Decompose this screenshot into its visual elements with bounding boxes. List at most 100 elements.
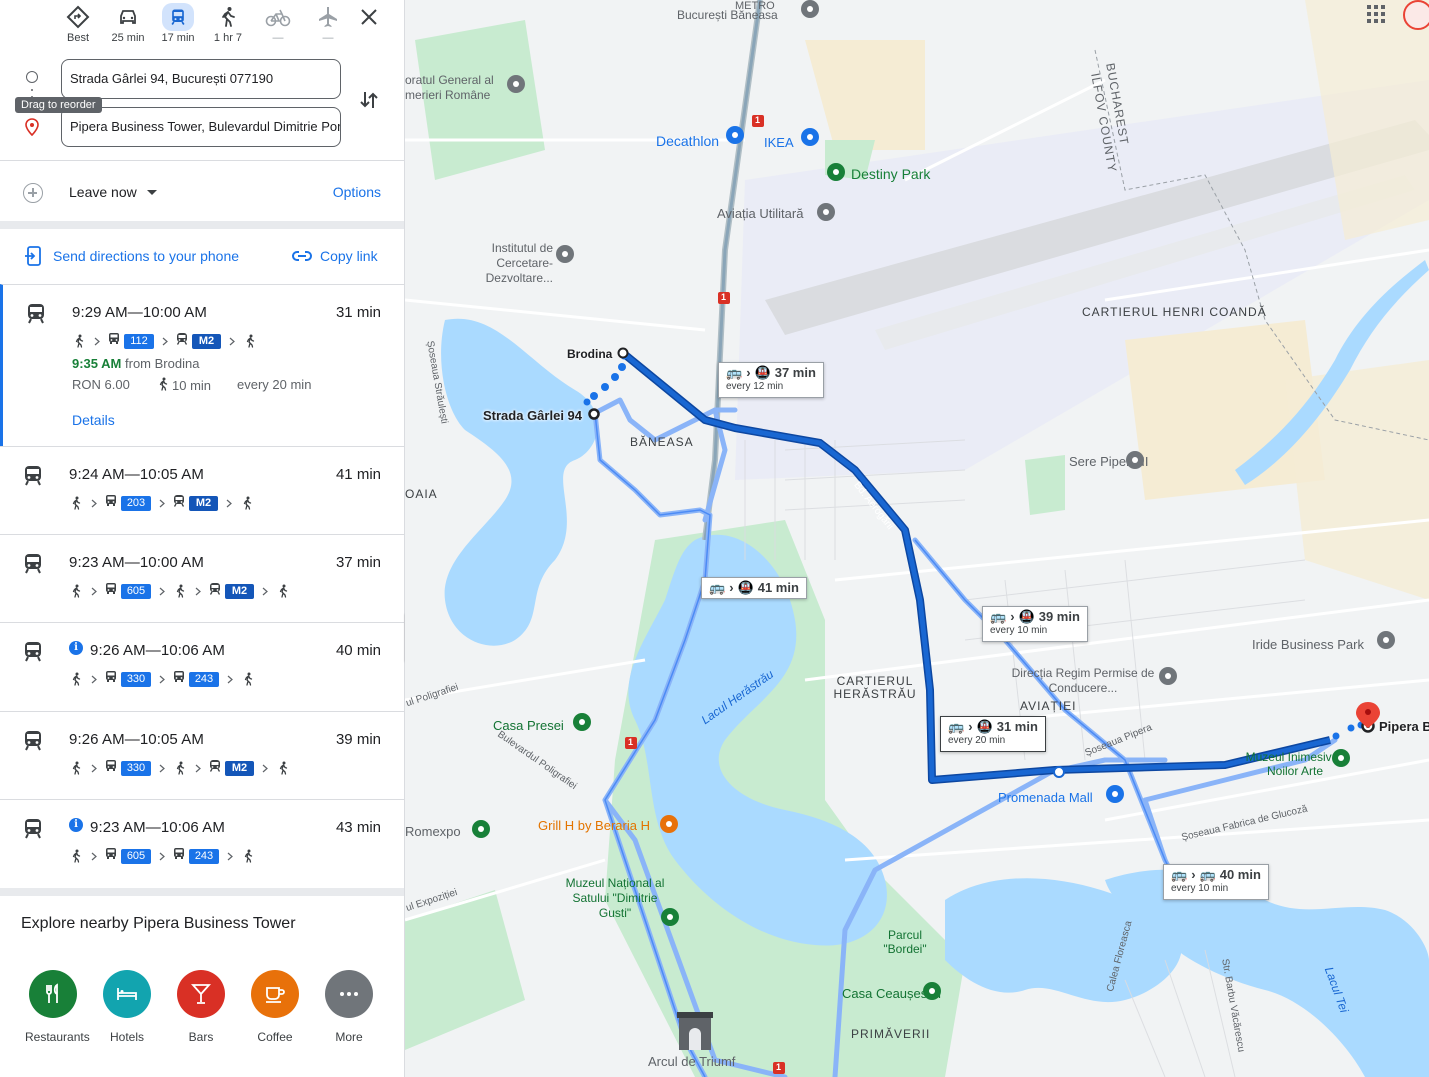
caret-down-icon[interactable] — [147, 190, 157, 195]
map-label-baneasa-station[interactable]: București Băneasa — [677, 8, 778, 22]
map-label-institut[interactable]: Institutul de Cercetare-Dezvoltare... — [473, 241, 553, 286]
building-pin-icon[interactable] — [1159, 667, 1177, 685]
route-time-range: 9:29 AM—10:00 AM — [72, 304, 208, 321]
route-option-3[interactable]: 9:23 AM—10:00 AM 37 min 605 M2 — [0, 534, 404, 622]
origin-input[interactable]: Strada Gârlei 94, București 077190 — [61, 59, 341, 99]
origin-circle-icon — [26, 71, 38, 83]
walk-icon — [173, 760, 187, 776]
museum-pin-icon[interactable] — [1332, 749, 1350, 767]
add-destination-icon[interactable] — [23, 183, 43, 203]
map-label-inspectorat[interactable]: oratul General al merieri Române — [405, 73, 500, 103]
category-label: Restaurants — [25, 1030, 90, 1044]
map-label-muzeul-arte[interactable]: Muzeul Inimesiv al Noilor Arte — [1245, 750, 1345, 778]
route-option-4[interactable]: i 9:26 AM—10:06 AM 40 min 330 243 — [0, 622, 404, 711]
options-link[interactable]: Options — [333, 184, 381, 200]
shopping-pin-icon[interactable] — [801, 128, 819, 146]
map-label-muzeul-satului[interactable]: Muzeul Național al Satului "Dimitrie Gus… — [555, 876, 675, 921]
map-label-ikea[interactable]: IKEA — [764, 135, 794, 150]
place-pin-icon[interactable] — [1126, 451, 1144, 469]
mode-best[interactable]: Best — [53, 2, 103, 44]
mode-walking[interactable]: 1 hr 7 — [203, 2, 253, 44]
map-label-grill[interactable]: Grill H by Beraria H — [538, 818, 650, 833]
camera-pin-icon[interactable] — [573, 713, 591, 731]
restaurant-pin-icon[interactable] — [660, 815, 678, 833]
section-separator — [0, 221, 404, 229]
explore-hotels-button[interactable]: Hotels — [99, 970, 155, 1044]
details-link[interactable]: Details — [72, 412, 115, 428]
route-callout-37[interactable]: 🚌 › 🚇 37 min every 12 min — [718, 362, 824, 398]
explore-restaurants-button[interactable]: Restaurants — [25, 970, 90, 1044]
route-steps: 203 M2 — [69, 494, 254, 512]
close-directions-button[interactable] — [356, 4, 382, 30]
bus-step: 112 — [108, 332, 154, 350]
bus-icon — [105, 670, 117, 688]
map-label-directia[interactable]: Direcția Regim Permise de Conducere... — [1003, 666, 1163, 696]
explore-more-button[interactable]: More — [321, 970, 377, 1044]
destination-input[interactable]: Pipera Business Tower, Bulevardul Dimitr… — [61, 107, 341, 147]
shopping-pin-icon[interactable] — [1106, 785, 1124, 803]
copy-link-button[interactable]: Copy link — [320, 248, 378, 264]
building-pin-icon[interactable] — [472, 820, 490, 838]
map-label-iride[interactable]: Iride Business Park — [1252, 637, 1364, 652]
route-callout-41[interactable]: 🚌 › 🚇 41 min — [701, 577, 807, 599]
map-label-arcul[interactable]: Arcul de Triumf — [648, 1054, 735, 1069]
info-icon[interactable]: i — [69, 818, 83, 832]
map-label-origin[interactable]: Strada Gârlei 94 — [483, 408, 582, 423]
mode-transit[interactable]: 17 min — [153, 2, 203, 44]
chevron-right-icon — [86, 337, 108, 346]
send-to-phone-icon[interactable] — [24, 245, 42, 267]
museum-pin-icon[interactable] — [923, 982, 941, 1000]
map-label-brodina[interactable]: Brodina — [567, 347, 612, 361]
account-avatar[interactable] — [1403, 0, 1429, 30]
best-route-icon — [66, 5, 90, 29]
building-pin-icon[interactable] — [507, 75, 525, 93]
route-duration: 31 min — [335, 304, 381, 321]
route-callout-39[interactable]: 🚌 › 🚇 39 min every 10 min — [982, 606, 1088, 642]
directions-panel: Best 25 min 17 min 1 hr 7 — — Strada Gâr… — [0, 0, 405, 1077]
explore-coffee-button[interactable]: Coffee — [247, 970, 303, 1044]
arc-monument-icon[interactable] — [677, 1012, 713, 1052]
section-separator — [0, 888, 404, 896]
route-option-5[interactable]: 9:26 AM—10:05 AM 39 min 330 M2 — [0, 711, 404, 799]
callout-duration: 37 min — [774, 365, 816, 380]
swap-directions-icon[interactable] — [357, 88, 381, 112]
mode-driving[interactable]: 25 min — [103, 2, 153, 44]
park-pin-icon[interactable] — [827, 163, 845, 181]
route-duration: 40 min — [335, 642, 381, 659]
route-option-6[interactable]: i 9:23 AM—10:06 AM 43 min 605 243 — [0, 799, 404, 888]
callout-frequency: every 10 min — [1171, 883, 1229, 894]
map-label-promenada[interactable]: Promenada Mall — [998, 790, 1093, 805]
route-option-2[interactable]: 9:24 AM—10:05 AM 41 min 203 M2 — [0, 446, 404, 534]
explore-title: Explore nearby Pipera Business Tower — [21, 915, 296, 932]
link-icon[interactable] — [291, 247, 313, 265]
info-icon[interactable]: i — [69, 641, 83, 655]
map-canvas[interactable]: METRO București Băneasa oratul General a… — [405, 0, 1429, 1077]
museum-pin-icon[interactable] — [661, 908, 679, 926]
leave-now-dropdown[interactable]: Leave now — [69, 184, 137, 200]
map-label-aviatia[interactable]: Aviația Utilitară — [717, 206, 803, 221]
bus-icon — [105, 847, 117, 865]
place-pin-icon[interactable] — [1377, 631, 1395, 649]
map-label-decathlon[interactable]: Decathlon — [656, 133, 719, 149]
map-label-destiny-park[interactable]: Destiny Park — [851, 166, 930, 182]
route-option-1[interactable]: 9:29 AM—10:00 AM 31 min 112 M2 9:35 AM from … — [0, 284, 404, 446]
route-callout-40[interactable]: 🚌 › 🚌 40 min every 10 min — [1163, 864, 1269, 900]
departure-time: 9:35 AM — [72, 356, 122, 371]
bicycle-icon — [265, 9, 291, 27]
map-label-parcul-bordei[interactable]: Parcul "Bordei" — [880, 928, 930, 956]
map-label-destination[interactable]: Pipera B — [1379, 719, 1429, 734]
place-pin-icon[interactable] — [556, 245, 574, 263]
map-label-romexpo[interactable]: Romexpo — [405, 824, 461, 839]
mode-cycling[interactable]: — — [253, 2, 303, 44]
send-to-phone-link[interactable]: Send directions to your phone — [53, 248, 239, 264]
explore-bars-button[interactable]: Bars — [173, 970, 229, 1044]
train-station-pin-icon[interactable] — [801, 0, 819, 18]
place-pin-icon[interactable] — [817, 203, 835, 221]
route-callout-31[interactable]: 🚌 › 🚇 31 min every 20 min — [940, 716, 1046, 752]
walk-duration-text: 10 min — [172, 378, 212, 393]
apps-grid-icon[interactable] — [1367, 5, 1385, 23]
mode-transit-label: 17 min — [161, 32, 195, 44]
mode-flight[interactable]: — — [303, 2, 353, 44]
restaurant-icon — [29, 970, 77, 1018]
shopping-pin-icon[interactable] — [726, 126, 744, 144]
